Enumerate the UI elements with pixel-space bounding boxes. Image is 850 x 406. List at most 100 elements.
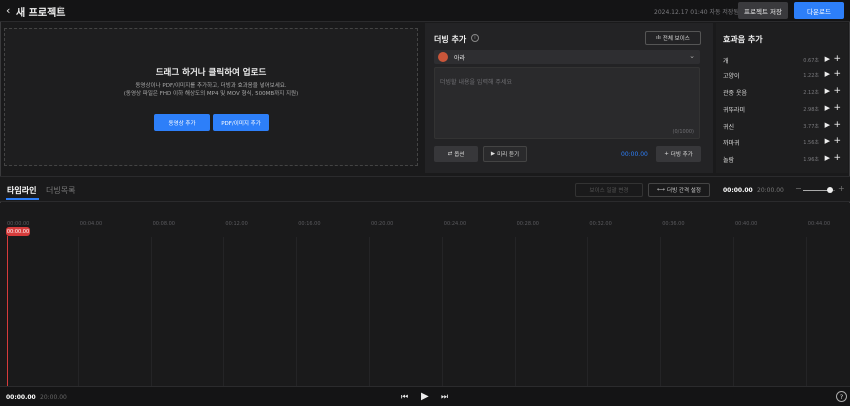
active-tab-indicator	[6, 198, 39, 200]
playhead-time-label[interactable]: 00:00.00	[6, 227, 30, 236]
playhead[interactable]	[7, 236, 8, 386]
play-icon[interactable]: ▶	[825, 87, 830, 95]
effect-name: 까마귀	[723, 140, 740, 147]
grid-line	[150, 237, 152, 387]
ruler-tick-label: 00:20.00	[371, 221, 394, 227]
zoom-slider-fill	[803, 190, 829, 191]
play-icon[interactable]: ▶	[825, 55, 830, 63]
effect-duration: 1.22초	[803, 73, 819, 79]
zoom-in-icon[interactable]: +	[838, 184, 845, 193]
add-video-button[interactable]: 동영상 추가	[154, 114, 210, 131]
effect-duration: 2.98초	[803, 107, 819, 113]
tab-timeline[interactable]: 타임라인	[7, 185, 36, 196]
plus-icon[interactable]: +	[833, 136, 841, 146]
effects-title: 효과음 추가	[723, 35, 763, 44]
dubbing-interval-button[interactable]: ⟷ 더빙 간격 설정	[648, 183, 710, 197]
zoom-slider-handle[interactable]	[827, 187, 833, 193]
preview-button[interactable]: ▶ 미리 듣기	[483, 146, 527, 162]
ruler-tick-label: 00:36.00	[662, 221, 685, 227]
effect-item: 관중 웃음 2.12초 ▶ +	[723, 86, 841, 98]
ruler-tick-label: 00:04.00	[79, 221, 103, 227]
chevron-left-icon[interactable]: ‹	[6, 4, 10, 17]
plus-icon[interactable]: +	[833, 120, 841, 130]
effect-item: 귀신 3.77초 ▶ +	[723, 120, 841, 132]
add-pdf-image-button[interactable]: PDF/이미지 추가	[213, 114, 269, 131]
dubbing-time[interactable]: 00:00.00	[621, 151, 648, 158]
grid-line	[805, 237, 807, 387]
play-icon[interactable]: ▶	[825, 154, 830, 162]
option-label: 옵션	[454, 152, 465, 158]
info-icon[interactable]: i	[471, 34, 479, 42]
plus-icon[interactable]: +	[833, 153, 841, 163]
ruler-tick-label: 00:32.00	[589, 221, 612, 227]
zoom-out-icon[interactable]: −	[795, 184, 802, 193]
ruler-tick-label: 00:08.00	[152, 221, 175, 227]
dubbing-text-input[interactable]: 더빙할 내용을 입력해 주세요 (0/1000)	[434, 67, 700, 139]
save-project-button[interactable]: 프로젝트 저장	[738, 2, 788, 19]
upload-dropzone[interactable]: 드래그 하거나 클릭하여 업로드 동영상이나 PDF/이미지를 추가하고, 더빙…	[4, 28, 418, 166]
play-icon[interactable]: ▶	[825, 121, 830, 129]
bulk-voice-change-button[interactable]: 보이스 일괄 변경	[575, 183, 643, 197]
tab-dubbing-list[interactable]: 더빙목록	[46, 185, 75, 196]
grid-line	[296, 237, 298, 387]
skip-back-icon[interactable]: ⏮	[401, 392, 408, 402]
add-dubbing-button[interactable]: + 더빙 추가	[656, 146, 701, 162]
download-button[interactable]: 다운로드	[794, 2, 844, 19]
sliders-icon: ⇄	[447, 151, 453, 157]
effect-item: 까마귀 1.56초 ▶ +	[723, 136, 841, 148]
effect-duration: 0.67초	[803, 58, 819, 64]
ruler-tick-label: 00:44.00	[807, 221, 831, 227]
play-icon[interactable]: ▶	[825, 137, 830, 145]
all-voices-button[interactable]: ılı 전체 보이스	[645, 31, 701, 45]
help-icon[interactable]: ?	[836, 391, 847, 402]
add-dubbing-label: 더빙 추가	[670, 152, 693, 158]
option-button[interactable]: ⇄ 옵션	[434, 146, 478, 162]
voice-avatar	[438, 52, 448, 62]
dubbing-panel: 더빙 추가 i ılı 전체 보이스 아라 ⌄ 더빙할 내용을 입력해 주세요 …	[425, 23, 713, 173]
effect-duration: 3.77초	[803, 124, 819, 130]
effect-duration: 2.12초	[803, 90, 819, 96]
play-icon[interactable]: ▶	[421, 391, 429, 402]
upload-title: 드래그 하거나 클릭하여 업로드	[155, 68, 267, 78]
playback-current-time: 00:00.00	[6, 394, 36, 401]
grid-line	[223, 237, 225, 387]
effect-item: 개 0.67초 ▶ +	[723, 54, 841, 66]
time-ruler[interactable]: 00:00.00 00:04.00 00:08.00 00:12.00 00:16.00…	[0, 203, 850, 229]
timeline-toolbar: 타임라인 더빙목록 보이스 일괄 변경 ⟷ 더빙 간격 설정 00:00.00 …	[0, 176, 850, 202]
voice-name: 아라	[454, 55, 466, 62]
grid-line	[733, 237, 734, 387]
skip-forward-icon[interactable]: ⏭	[441, 392, 448, 402]
timeline-total-time: 20:00.00	[757, 187, 784, 194]
grid-line	[369, 237, 370, 387]
ruler-tick-label: 00:24.00	[443, 221, 467, 227]
pencil-icon[interactable]: ✎	[58, 5, 65, 14]
grid-line	[77, 237, 79, 387]
effect-name: 개	[723, 58, 729, 65]
grid-line	[587, 237, 589, 387]
play-icon[interactable]: ▶	[825, 70, 830, 78]
plus-icon[interactable]: +	[833, 69, 841, 79]
upload-description: 동영상이나 PDF/이미지를 추가하고, 더빙과 효과음을 넣어보세요.	[135, 83, 287, 89]
plus-icon: +	[664, 151, 669, 157]
char-count: (0/1000)	[672, 129, 695, 135]
dubbing-title: 더빙 추가	[434, 35, 467, 44]
timeline-area[interactable]: 00:00.00 00:04.00 00:08.00 00:12.00 00:16.00…	[0, 203, 850, 387]
plus-icon[interactable]: +	[833, 103, 841, 113]
upload-format-note: (동영상 파일은 FHD 이하 해상도의 MP4 및 MOV 형식, 500MB…	[123, 91, 299, 97]
voice-wave-icon: ılı	[656, 35, 661, 41]
timeline-current-time: 00:00.00	[723, 187, 753, 194]
play-icon: ▶	[490, 151, 496, 157]
playback-total-time: 20:00.00	[40, 394, 67, 401]
ruler-tick-label: 00:16.00	[298, 221, 321, 227]
voice-select[interactable]: 아라 ⌄	[434, 50, 700, 64]
all-voices-label: 전체 보이스	[662, 36, 690, 42]
top-header: ‹ 새 프로젝트 ✎ 2024.12.17 01:40 자동 저장됨 프로젝트 …	[0, 0, 850, 22]
effect-item: 놀람 1.96초 ▶ +	[723, 153, 841, 165]
plus-icon[interactable]: +	[833, 54, 841, 64]
play-icon[interactable]: ▶	[825, 104, 830, 112]
effect-item: 귀뚜라미 2.98초 ▶ +	[723, 103, 841, 115]
dubbing-placeholder: 더빙할 내용을 입력해 주세요	[440, 79, 512, 86]
effect-name: 귀신	[723, 124, 735, 131]
plus-icon[interactable]: +	[833, 86, 841, 96]
effect-duration: 1.56초	[803, 140, 819, 146]
